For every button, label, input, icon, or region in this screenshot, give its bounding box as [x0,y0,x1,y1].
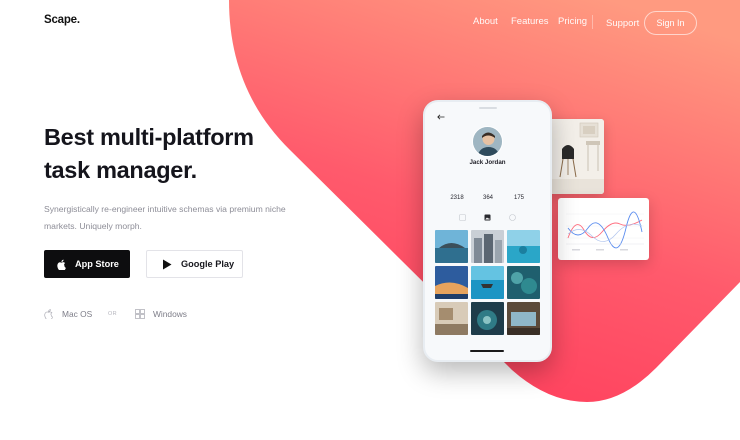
photo-tile-8[interactable] [471,302,504,335]
apple-outline-icon [44,309,53,319]
profile-tabs [455,214,519,222]
platform-windows[interactable]: Windows [135,306,187,322]
statistics-line-chart [566,211,644,251]
photo-tile-1[interactable] [435,230,468,263]
chair-photo [548,119,604,194]
nav-about[interactable]: About [473,16,498,27]
image-icon[interactable] [484,214,491,221]
stat-1-value: 2318 [450,195,464,201]
photo-tile-7[interactable] [435,302,468,335]
statistics-card [558,198,649,260]
logo[interactable]: Scape. [44,14,80,26]
home-indicator [470,350,504,352]
photo-tile-2[interactable] [471,230,504,263]
hero-title-line-2: task manager. [44,157,197,183]
platform-or-label: OR [108,311,118,317]
photo-tile-4[interactable] [435,266,468,299]
interior-photo-card [548,119,604,194]
stat-1-label [442,188,472,192]
stat-3-label [504,188,534,192]
hero-title: Best multi-platform task manager. [44,121,254,187]
google-play-label: Google Play [181,259,235,269]
avatar[interactable] [472,126,503,157]
phone-speaker [479,107,497,109]
google-play-button[interactable]: Google Play [146,250,243,278]
grid-icon[interactable] [459,214,466,221]
hero-subtitle: Synergistically re-engineer intuitive sc… [44,201,309,235]
top-nav: Scape. About Features Pricing Support Si… [0,0,740,46]
photo-tile-6[interactable] [507,266,540,299]
stat-1: 2318 [442,188,472,201]
nav-pricing[interactable]: Pricing [558,16,587,27]
hero-title-line-1: Best multi-platform [44,124,254,150]
settings-icon[interactable] [509,214,516,221]
play-icon [163,259,172,269]
hero-subtitle-line-2: markets. Uniquely morph. [44,221,142,231]
platform-mac-label: Mac OS [62,309,93,319]
stat-3-value: 175 [513,195,524,201]
back-arrow-icon[interactable] [437,114,445,120]
app-store-button[interactable]: App Store [44,250,130,278]
platform-mac[interactable]: Mac OS [44,306,92,322]
sign-in-button[interactable]: Sign In [644,11,697,35]
photo-tile-3[interactable] [507,230,540,263]
nav-support[interactable]: Support [606,18,639,29]
profile-name: Jack Jordan [469,159,506,166]
hero-subtitle-line-1: Synergistically re-engineer intuitive sc… [44,204,286,214]
stat-2-label [473,188,503,192]
stat-2: 364 [473,188,503,201]
app-store-label: App Store [75,259,119,269]
stat-3: 175 [504,188,534,201]
phone-mockup: Jack Jordan 2318 364 175 [423,100,552,362]
platform-windows-label: Windows [153,309,187,319]
nav-features[interactable]: Features [511,16,549,27]
photo-tile-9[interactable] [507,302,540,335]
photo-tile-5[interactable] [471,266,504,299]
stat-2-value: 364 [482,195,493,201]
apple-icon [57,259,66,270]
windows-icon [135,309,145,319]
nav-divider [592,15,593,29]
